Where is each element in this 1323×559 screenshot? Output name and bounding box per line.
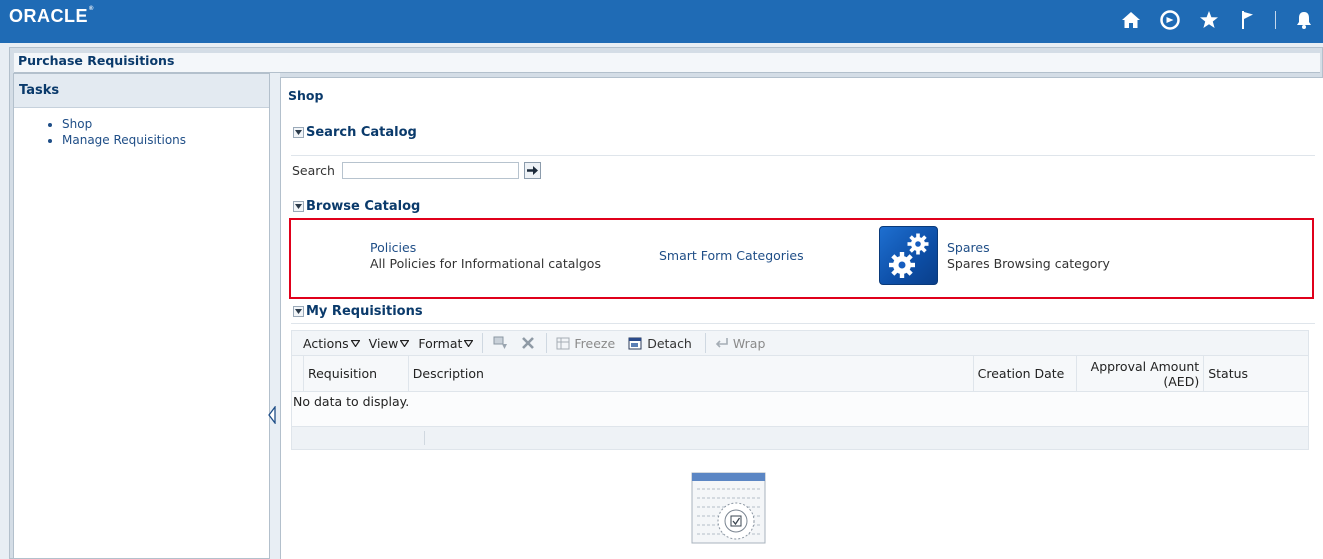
task-link-manage-requisitions[interactable]: Manage Requisitions xyxy=(62,133,186,147)
my-requisitions-collapse-icon[interactable] xyxy=(293,306,304,317)
detach-icon xyxy=(628,336,643,350)
search-catalog-collapse-icon[interactable] xyxy=(293,127,304,138)
requisitions-table: Requisition Description Creation Date Ap… xyxy=(291,356,1309,450)
global-icons xyxy=(1103,8,1315,32)
category-smart-form: Smart Form Categories xyxy=(659,248,804,264)
freeze-label: Freeze xyxy=(574,335,616,351)
notifications-icon[interactable] xyxy=(1293,9,1315,31)
toolbar-separator xyxy=(704,333,706,353)
freeze-button[interactable]: Freeze xyxy=(556,336,615,351)
actions-menu-label: Actions xyxy=(303,335,349,351)
format-dropdown-icon xyxy=(464,339,474,347)
requisitions-toolbar: Actions View Format Freeze Detach Wrap xyxy=(291,330,1309,356)
table-empty-row: No data to display. xyxy=(291,392,1309,426)
search-catalog-header: Search Catalog xyxy=(293,125,417,140)
detach-button[interactable]: Detach xyxy=(628,336,692,351)
category-spares-description: Spares Browsing category xyxy=(947,256,1110,271)
search-input[interactable] xyxy=(341,162,519,179)
freeze-icon xyxy=(556,336,570,350)
tasks-list: Shop Manage Requisitions xyxy=(62,116,269,148)
header-separator xyxy=(1275,11,1276,29)
actions-menu[interactable]: Actions xyxy=(303,336,360,351)
favorites-icon[interactable] xyxy=(1198,9,1220,31)
detach-label: Detach xyxy=(647,335,692,351)
browse-catalog-title: Browse Catalog xyxy=(306,199,421,214)
my-requisitions-header: My Requisitions xyxy=(293,304,423,319)
category-spares: Spares Spares Browsing category xyxy=(947,240,1110,272)
wrap-button[interactable]: Wrap xyxy=(715,335,766,351)
empty-table-message: No data to display. xyxy=(293,394,410,409)
column-header-approval-amount[interactable]: Approval Amount (AED) xyxy=(1077,356,1205,391)
browse-catalog-categories: Policies All Policies for Informational … xyxy=(289,218,1314,299)
task-item-manage-requisitions: Manage Requisitions xyxy=(62,132,269,148)
my-requisitions-divider xyxy=(291,323,1315,324)
category-policies: Policies All Policies for Informational … xyxy=(370,240,601,272)
task-item-shop: Shop xyxy=(62,116,269,132)
collapse-left-arrow-icon[interactable] xyxy=(268,405,276,425)
actions-dropdown-icon xyxy=(350,339,360,347)
tasks-panel: Tasks Shop Manage Requisitions xyxy=(13,73,270,559)
task-link-shop[interactable]: Shop xyxy=(62,117,92,131)
wrap-label: Wrap xyxy=(732,335,766,351)
column-header-requisition[interactable]: Requisition xyxy=(304,356,409,391)
shop-title: Shop xyxy=(288,88,324,103)
export-icon[interactable] xyxy=(492,334,510,352)
column-header-description[interactable]: Description xyxy=(409,356,974,391)
view-menu-label: View xyxy=(368,335,399,351)
shop-panel: Shop Search Catalog Search Browse Catalo… xyxy=(280,77,1323,559)
search-label: Search xyxy=(292,163,335,178)
table-header-row: Requisition Description Creation Date Ap… xyxy=(291,356,1309,392)
search-catalog-title: Search Catalog xyxy=(306,125,417,140)
search-row: Search xyxy=(292,162,541,179)
category-policies-link[interactable]: Policies xyxy=(370,240,601,256)
navigator-icon[interactable] xyxy=(1159,9,1181,31)
category-policies-description: All Policies for Informational catalgos xyxy=(370,256,601,271)
view-dropdown-icon xyxy=(400,339,410,347)
view-menu[interactable]: View xyxy=(369,336,410,351)
my-requisitions-title: My Requisitions xyxy=(306,304,423,319)
watchlist-flag-icon[interactable] xyxy=(1237,9,1259,31)
row-selector-header xyxy=(292,356,304,391)
browse-catalog-header: Browse Catalog xyxy=(293,199,420,214)
oracle-logo[interactable]: ORACLE® xyxy=(9,6,94,27)
column-header-creation-date[interactable]: Creation Date xyxy=(974,356,1078,391)
gears-icon[interactable] xyxy=(879,226,938,285)
delete-icon[interactable] xyxy=(519,334,537,352)
category-spares-link[interactable]: Spares xyxy=(947,240,1110,256)
table-footer xyxy=(291,426,1309,450)
page-title-bar xyxy=(14,53,1320,73)
footer-divider xyxy=(424,431,425,445)
panel-splitter[interactable] xyxy=(270,73,280,559)
search-go-button[interactable] xyxy=(523,162,541,179)
wrap-icon xyxy=(715,336,729,350)
browse-catalog-collapse-icon[interactable] xyxy=(293,201,304,212)
page-title: Purchase Requisitions xyxy=(18,53,175,68)
global-header: ORACLE® xyxy=(0,0,1323,43)
column-header-status[interactable]: Status xyxy=(1204,356,1308,391)
format-menu[interactable]: Format xyxy=(418,335,474,351)
format-menu-label: Format xyxy=(418,335,463,351)
empty-state-illustration xyxy=(691,472,766,544)
category-smart-form-link[interactable]: Smart Form Categories xyxy=(659,248,804,264)
tasks-title: Tasks xyxy=(14,74,269,108)
home-icon[interactable] xyxy=(1120,9,1142,31)
toolbar-separator xyxy=(482,333,484,353)
search-catalog-divider xyxy=(291,155,1315,156)
toolbar-separator xyxy=(546,333,548,353)
